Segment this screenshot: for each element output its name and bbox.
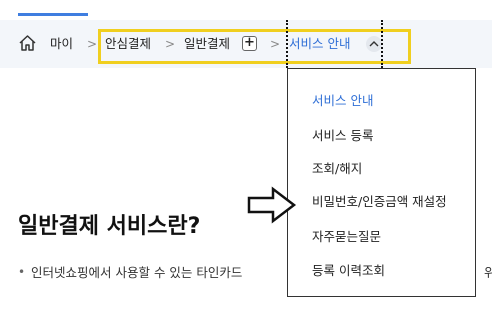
menu-item-service-guide[interactable]: 서비스 안내: [312, 93, 373, 109]
dotted-guide-line: [381, 20, 383, 68]
breadcrumb-separator: >: [87, 37, 98, 51]
breadcrumb-dropdown-menu: 서비스 안내 서비스 등록 조회/해지 비밀번호/인증금액 재설정 자주묻는질문…: [287, 68, 476, 297]
home-icon[interactable]: [18, 34, 37, 52]
description-text: 인터넷쇼핑에서 사용할 수 있는 타인카드: [31, 265, 243, 280]
menu-item-service-register[interactable]: 서비스 등록: [312, 128, 373, 144]
breadcrumb-home-link[interactable]: 마이: [50, 36, 73, 52]
arrow-right-outline-icon: [247, 186, 297, 224]
menu-item-faq[interactable]: 자주묻는질문: [312, 229, 381, 245]
dotted-guide-line: [286, 20, 288, 68]
page-title: 일반결제 서비스란?: [18, 214, 201, 239]
menu-item-inquiry-cancel[interactable]: 조회/해지: [312, 161, 362, 177]
menu-item-registration-history[interactable]: 등록 이력조회: [312, 263, 385, 279]
highlight-box: [98, 29, 411, 64]
menu-item-password-reset[interactable]: 비밀번호/인증금액 재설정: [312, 194, 447, 210]
description-tail-text: 위: [484, 265, 492, 280]
top-accent-bar: [18, 13, 88, 16]
bullet-marker: •: [18, 265, 26, 279]
